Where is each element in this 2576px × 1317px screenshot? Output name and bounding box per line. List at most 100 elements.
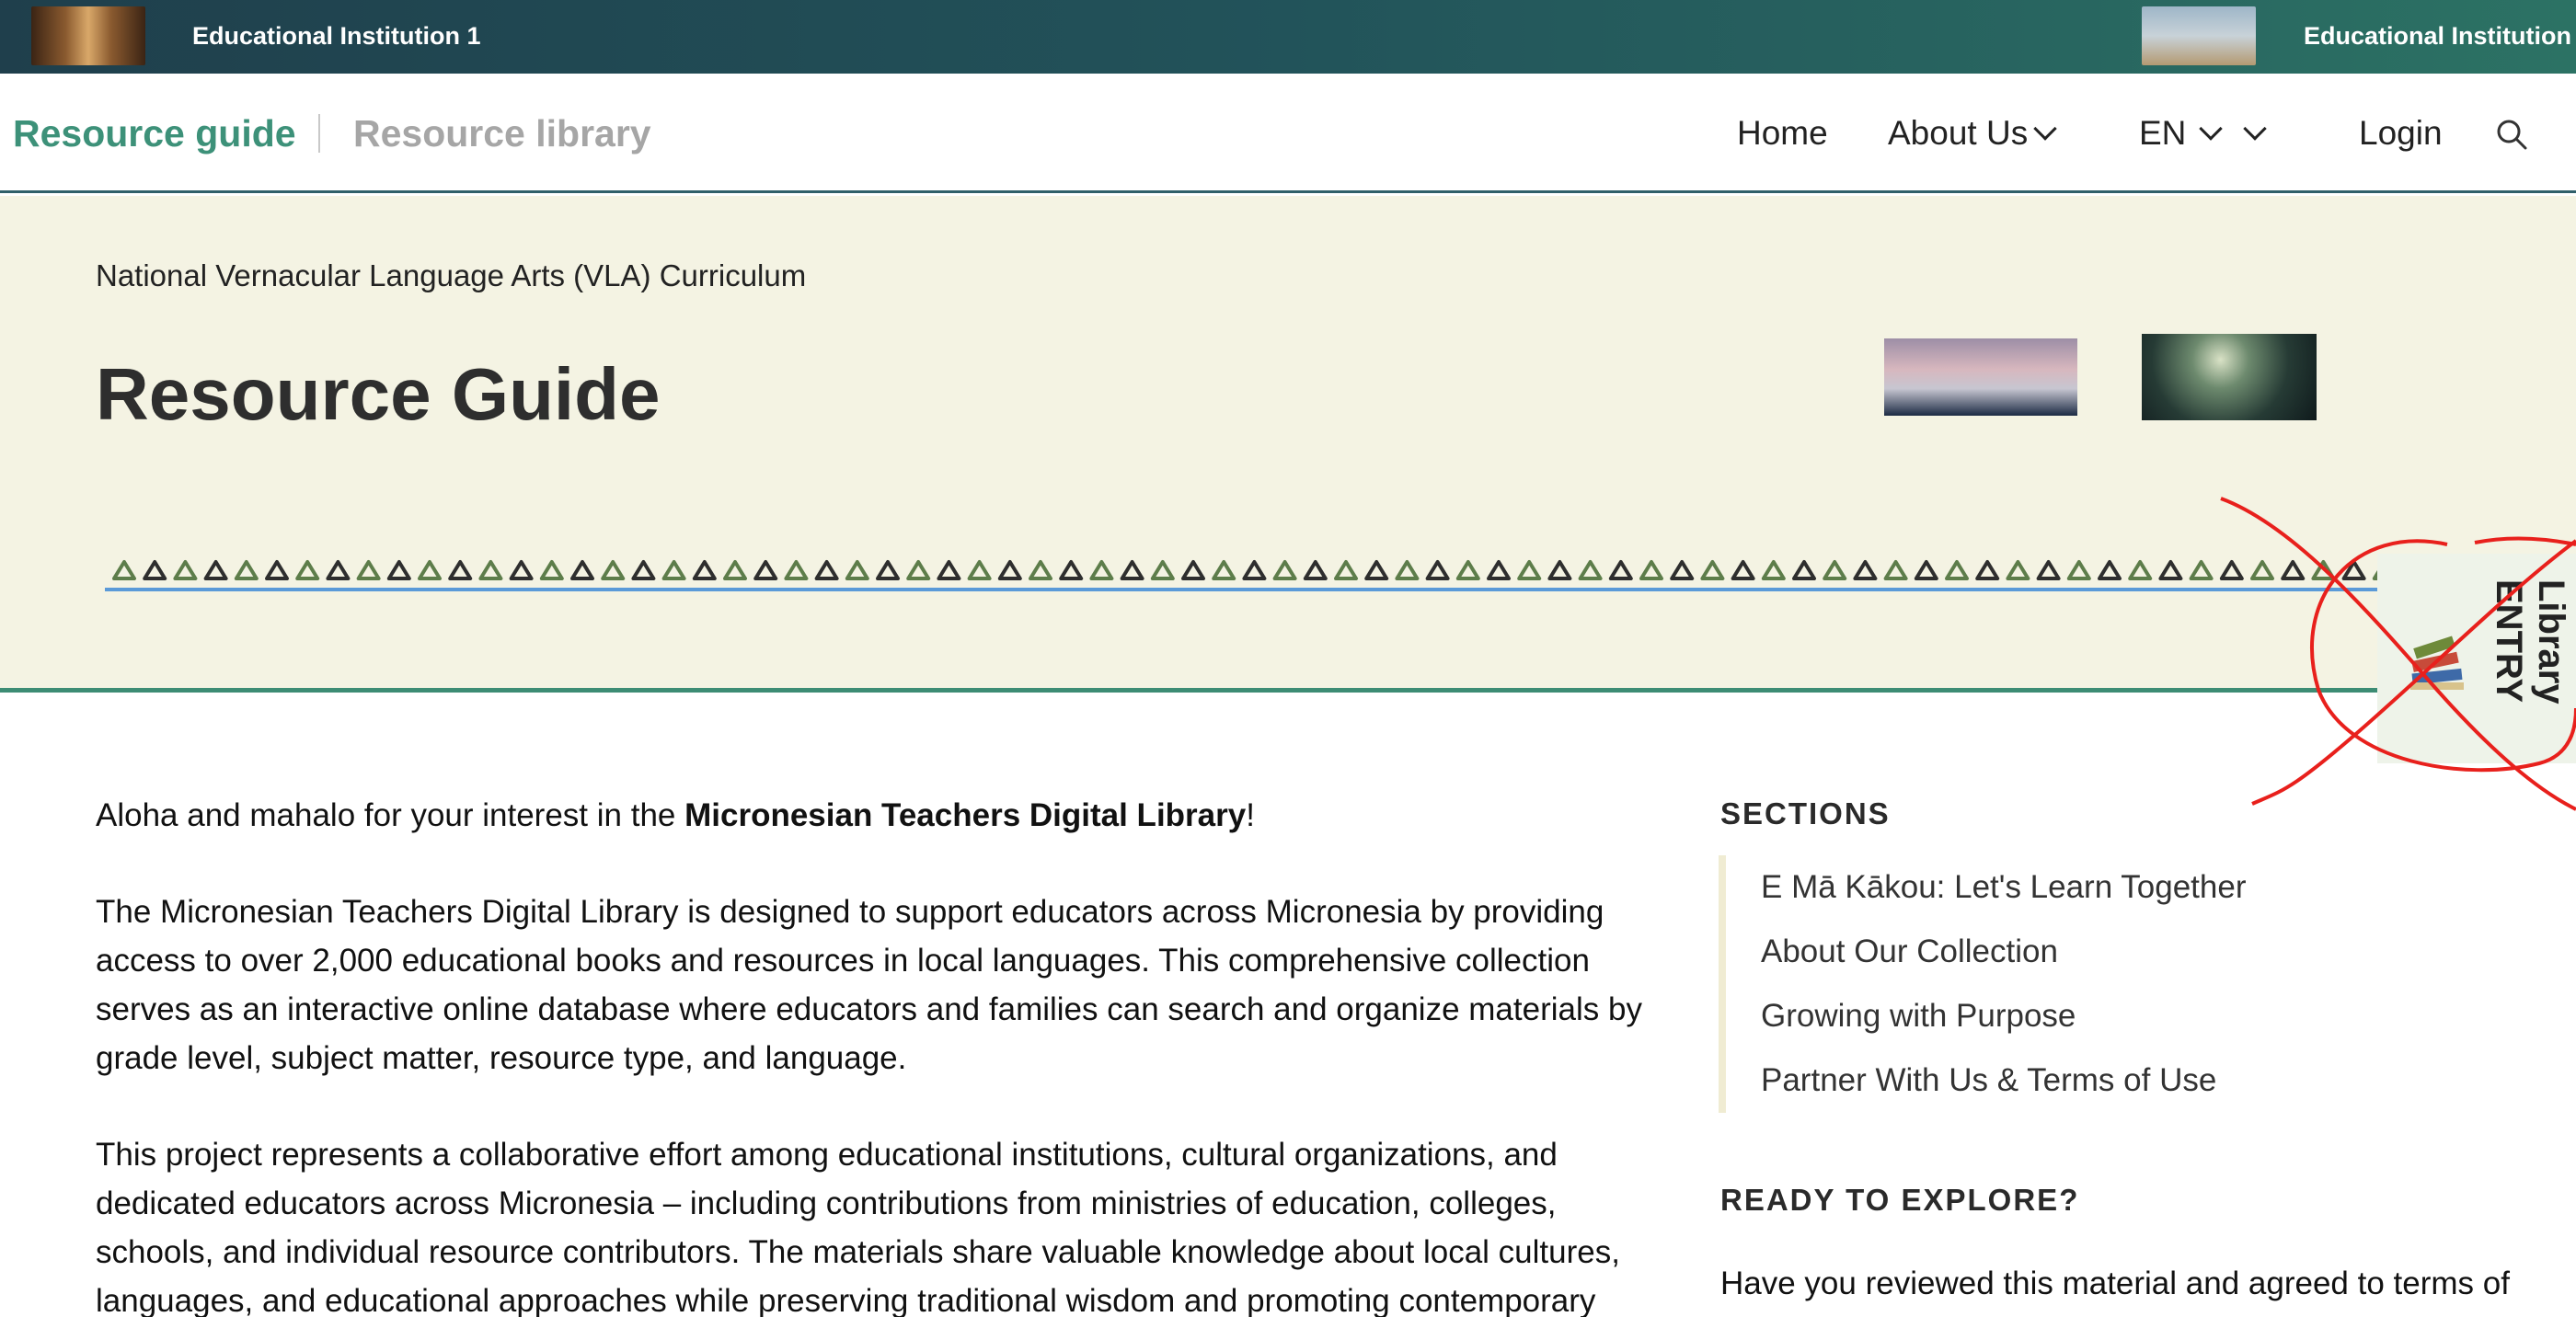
curriculum-breadcrumb: National Vernacular Language Arts (VLA) … xyxy=(96,258,807,292)
intro-paragraph: Aloha and mahalo for your interest in th… xyxy=(96,791,1678,840)
pattern-triangle xyxy=(1212,560,1236,580)
hero-section: National Vernacular Language Arts (VLA) … xyxy=(0,196,2576,693)
pattern-triangle xyxy=(2250,560,2274,580)
search-icon[interactable] xyxy=(2495,118,2528,151)
collaboration-paragraph: This project represents a collaborative … xyxy=(96,1137,1620,1317)
pattern-triangle xyxy=(1945,560,1969,580)
pattern-triangle xyxy=(478,560,503,580)
pattern-triangle xyxy=(1303,560,1328,580)
pattern-triangle xyxy=(539,560,564,580)
pattern-triangle xyxy=(1608,560,1633,580)
pattern-triangle xyxy=(631,560,656,580)
pattern-triangle xyxy=(203,560,228,580)
pattern-triangle xyxy=(1029,560,1052,580)
chevron-down-icon xyxy=(2243,117,2268,141)
description-paragraph: The Micronesian Teachers Digital Library… xyxy=(96,894,1642,1076)
sections-heading: SECTIONS xyxy=(1720,796,1891,830)
pattern-triangle xyxy=(1089,560,1114,580)
pattern-triangle xyxy=(1914,560,1938,580)
pattern-triangle xyxy=(570,560,594,580)
section-link-learn-together[interactable]: E Mā Kākou: Let's Learn Together xyxy=(1726,855,2363,920)
pattern-triangle xyxy=(173,560,198,580)
login-link[interactable]: Login xyxy=(2359,114,2443,153)
pattern-triangle xyxy=(2219,560,2244,580)
pattern-triangle xyxy=(1975,560,2000,580)
brand-divider xyxy=(318,114,320,153)
pattern-triangle xyxy=(265,560,289,580)
pattern-triangle xyxy=(661,560,686,580)
pattern-triangle xyxy=(418,560,442,580)
pattern-triangle xyxy=(1670,560,1695,580)
library-label: Library xyxy=(2531,579,2569,704)
institution-2-thumbnail[interactable] xyxy=(2142,6,2256,65)
pattern-triangle xyxy=(906,560,931,580)
nav-home-label: Home xyxy=(1737,114,1828,152)
pattern-triangle xyxy=(814,560,839,580)
section-link-partner-terms[interactable]: Partner With Us & Terms of Use xyxy=(1726,1048,2363,1113)
sections-list: E Mā Kākou: Let's Learn Together About O… xyxy=(1719,855,2363,1113)
nav-about-us[interactable]: About Us xyxy=(1888,114,2057,153)
pattern-triangle xyxy=(997,560,1022,580)
pattern-triangle xyxy=(1823,560,1847,580)
pattern-triangle xyxy=(1425,560,1450,580)
main-navigation: Resource guide Resource library Home Abo… xyxy=(0,74,2576,193)
pattern-triangle xyxy=(601,560,626,580)
pattern-triangle xyxy=(876,560,900,580)
pattern-triangle xyxy=(1578,560,1603,580)
pattern-triangle xyxy=(2341,560,2366,580)
books-icon xyxy=(2410,636,2464,690)
pattern-triangle xyxy=(448,560,473,580)
pattern-triangle xyxy=(1639,560,1663,580)
institution-1-thumbnail[interactable] xyxy=(31,6,145,65)
section-link-about-collection[interactable]: About Our Collection xyxy=(1726,920,2363,984)
resource-library-link[interactable]: Resource library xyxy=(353,112,651,155)
pattern-triangle xyxy=(692,560,717,580)
pattern-triangle xyxy=(723,560,747,580)
pattern-triangle xyxy=(1731,560,1755,580)
sunlit-road-image xyxy=(2142,334,2317,420)
pattern-triangle xyxy=(1761,560,1786,580)
language-selector[interactable]: EN xyxy=(2139,114,2268,153)
pattern-triangle xyxy=(1853,560,1878,580)
pattern-triangle xyxy=(1700,560,1725,580)
login-label: Login xyxy=(2359,114,2443,152)
pattern-triangle xyxy=(143,560,167,580)
pattern-triangle xyxy=(2036,560,2061,580)
pattern-triangle xyxy=(386,560,411,580)
pattern-triangle xyxy=(1059,560,1084,580)
pattern-triangle xyxy=(2158,560,2183,580)
pattern-triangle xyxy=(2098,560,2122,580)
pattern-triangle xyxy=(2189,560,2214,580)
resource-guide-link[interactable]: Resource guide xyxy=(13,112,296,155)
pattern-triangle xyxy=(1120,560,1144,580)
pattern-triangle xyxy=(2281,560,2306,580)
pattern-triangle xyxy=(784,560,809,580)
chevron-down-icon xyxy=(2033,117,2057,141)
pattern-triangle xyxy=(2128,560,2153,580)
triangle-pattern-divider xyxy=(105,560,2478,591)
pattern-triangle xyxy=(1395,560,1420,580)
nav-home[interactable]: Home xyxy=(1737,114,1828,153)
pattern-triangle xyxy=(2006,560,2030,580)
pattern-triangle xyxy=(112,560,136,580)
pattern-triangle xyxy=(1272,560,1297,580)
explore-question: Have you reviewed this material and agre… xyxy=(1720,1265,2510,1301)
pattern-triangle xyxy=(937,560,961,580)
page-title: Resource Guide xyxy=(96,353,661,435)
pattern-triangle xyxy=(1455,560,1480,580)
pattern-triangle xyxy=(967,560,992,580)
section-link-growing-purpose[interactable]: Growing with Purpose xyxy=(1726,984,2363,1048)
pattern-triangle xyxy=(2066,560,2091,580)
pattern-triangle xyxy=(845,560,869,580)
pattern-triangle xyxy=(1517,560,1542,580)
institution-2-name[interactable]: Educational Institution 2 xyxy=(2304,22,2576,51)
pattern-triangle xyxy=(1487,560,1511,580)
pattern-triangle xyxy=(356,560,381,580)
library-entry-label[interactable]: Library ENTRY xyxy=(2484,578,2569,752)
institution-1-name[interactable]: Educational Institution 1 xyxy=(192,22,481,51)
main-content: Aloha and mahalo for your interest in th… xyxy=(96,791,1678,1317)
intro-suffix: ! xyxy=(1246,797,1255,833)
pattern-triangle xyxy=(1883,560,1908,580)
institution-banner: Educational Institution 1 Educational In… xyxy=(0,0,2576,74)
intro-prefix: Aloha and mahalo for your interest in th… xyxy=(96,797,685,833)
